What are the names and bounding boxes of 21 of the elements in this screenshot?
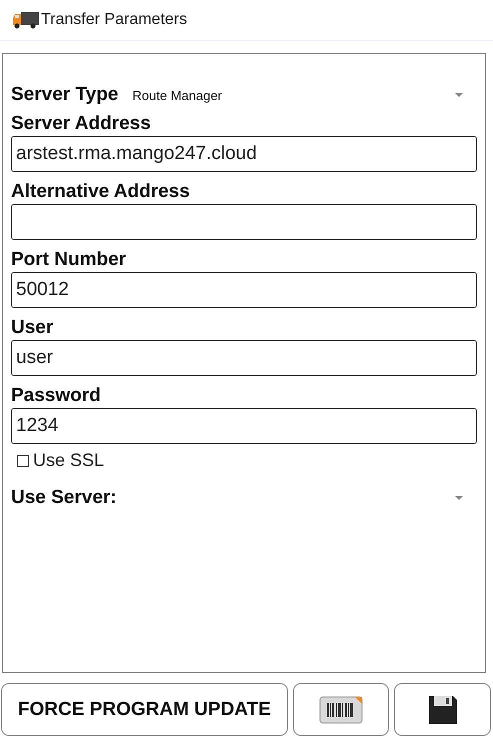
window-title: Transfer Parameters xyxy=(41,11,188,29)
truck-icon xyxy=(12,11,40,29)
dropdown[interactable]: Route Manager xyxy=(132,80,477,110)
field-label: Alternative Address xyxy=(11,180,191,204)
checkbox-label: Use SSL xyxy=(33,450,104,471)
checkbox[interactable] xyxy=(17,454,29,466)
input-field[interactable]: user xyxy=(11,340,477,376)
save-button[interactable] xyxy=(394,683,491,736)
input-field[interactable]: 50012 xyxy=(11,272,477,308)
input-field[interactable]: 1234 xyxy=(11,408,477,444)
input-field[interactable]: arstest.rma.mango247.cloud xyxy=(11,136,477,172)
field-label: User xyxy=(11,316,54,340)
field-label: Server Type xyxy=(11,83,118,107)
barcode-button[interactable] xyxy=(292,683,390,736)
force-update-button[interactable]: FORCE PROGRAM UPDATE xyxy=(1,683,288,736)
input-field[interactable] xyxy=(11,204,477,240)
barcode-icon xyxy=(319,694,364,724)
field-label: Server Address xyxy=(11,112,152,136)
field-label: Port Number xyxy=(11,248,128,272)
field-label: Use Server: xyxy=(11,486,117,510)
field-label: Password xyxy=(11,384,102,408)
